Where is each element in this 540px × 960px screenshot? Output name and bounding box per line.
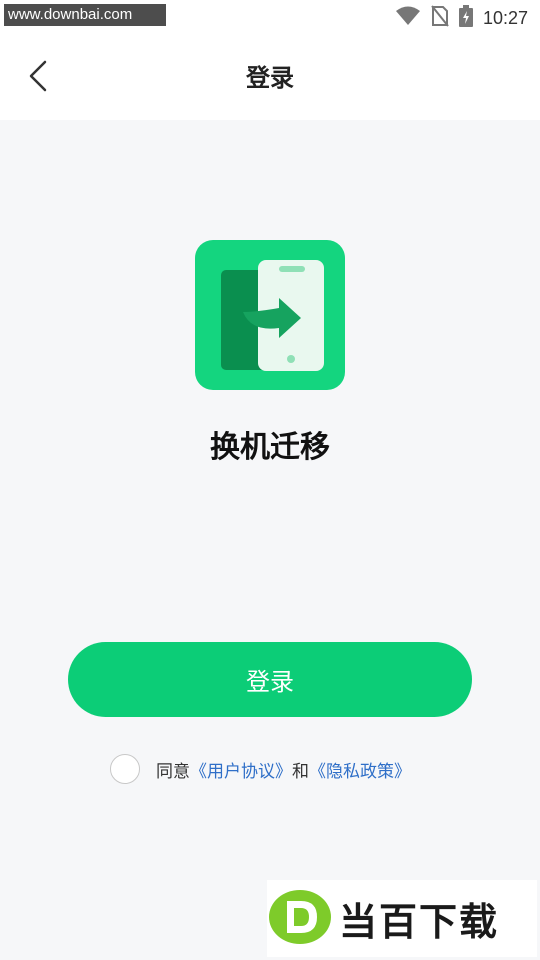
main-content: 换机迁移 登录 同意 《用户协议》 和 《隐私政策》: [0, 120, 540, 960]
brand-watermark: 当百下载: [267, 880, 537, 957]
chevron-left-icon: [28, 60, 48, 96]
privacy-policy-link[interactable]: 《隐私政策》: [309, 757, 411, 782]
watermark-url: www.downbai.com: [4, 4, 166, 26]
login-button[interactable]: 登录: [68, 642, 472, 717]
brand-logo-icon: [267, 887, 333, 951]
status-icons: 10:27: [395, 5, 528, 31]
agreement-prefix: 同意: [156, 761, 190, 782]
app-logo-icon: [195, 240, 345, 390]
battery-icon: [458, 5, 473, 31]
agree-checkbox[interactable]: [110, 754, 140, 784]
app-name: 换机迁移: [210, 430, 330, 465]
agreement-and: 和: [292, 761, 309, 782]
brand-text: 当百下载: [339, 900, 500, 944]
page-title: 登录: [246, 64, 294, 92]
agreement-row: 同意 《用户协议》 和 《隐私政策》: [110, 754, 411, 784]
status-time: 10:27: [482, 7, 528, 28]
status-bar: www.downbai.com 10:27: [0, 0, 540, 36]
no-sim-icon: [431, 5, 449, 31]
back-button[interactable]: [18, 58, 58, 98]
user-agreement-link[interactable]: 《用户协议》: [190, 757, 292, 782]
wifi-icon: [395, 6, 421, 30]
nav-bar: 登录: [0, 36, 540, 120]
